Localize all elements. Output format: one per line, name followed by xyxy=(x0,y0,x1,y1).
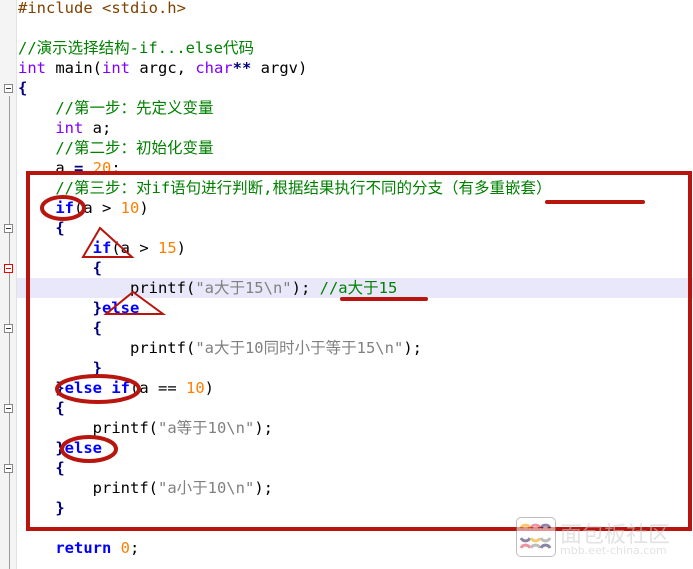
triangle-inner-else xyxy=(103,290,167,315)
circle-if xyxy=(40,195,86,221)
circle-else xyxy=(60,435,118,463)
annotations xyxy=(40,195,645,463)
watermark-logo xyxy=(516,517,556,557)
triangle-inner-if xyxy=(81,226,135,258)
watermark-url: mbb.eet-china.com xyxy=(560,544,667,557)
circle-else-if xyxy=(55,374,141,404)
